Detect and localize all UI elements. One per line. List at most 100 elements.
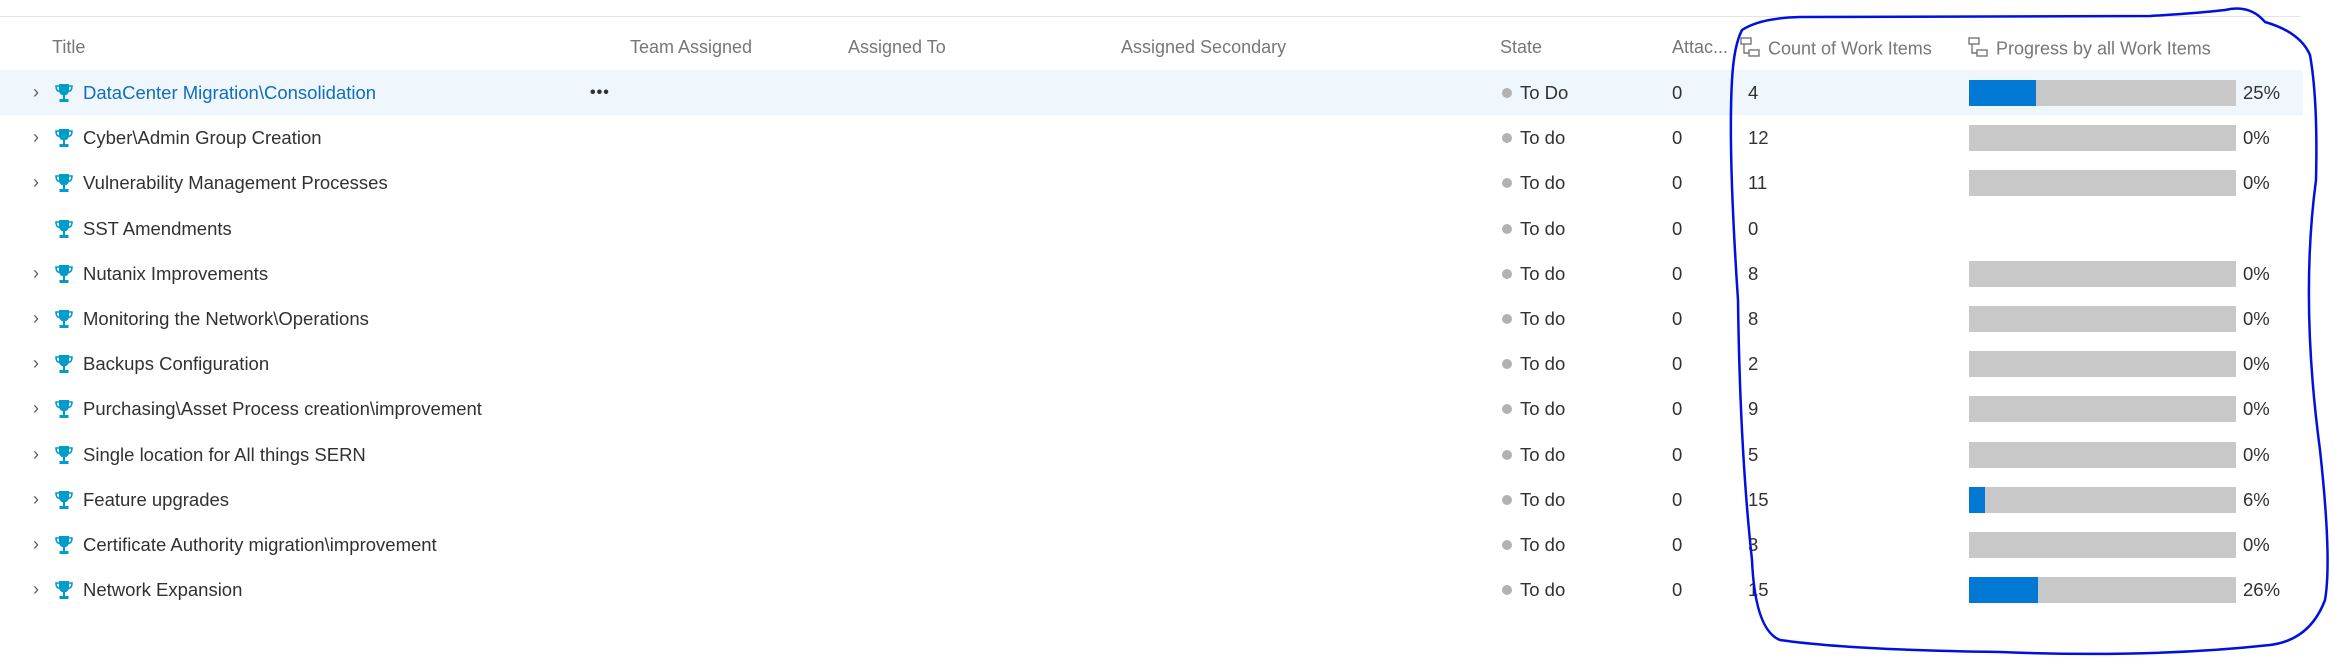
state-dot-icon	[1502, 223, 1512, 234]
state-dot-icon	[1502, 314, 1512, 324]
expand-chevron-icon[interactable]: ›	[33, 115, 39, 160]
attachments-count: 0	[1672, 534, 1683, 555]
trophy-icon	[55, 128, 73, 148]
trophy-icon	[55, 490, 73, 510]
expand-chevron-icon[interactable]: ›	[33, 432, 39, 477]
progress-percent: 0%	[2243, 262, 2270, 284]
state-value: To do	[1520, 217, 1566, 239]
attachments-count: 0	[1672, 82, 1683, 103]
column-header-attachments[interactable]: Attac...	[1672, 37, 1728, 63]
state-dot-icon	[1502, 449, 1512, 460]
work-item-title-link[interactable]: Network Expansion	[83, 567, 242, 612]
progress-percent: 0%	[2243, 534, 2270, 555]
column-header-team-assigned[interactable]: Team Assigned	[630, 37, 752, 63]
trophy-icon	[55, 354, 73, 374]
progress-bar	[1969, 441, 2236, 468]
progress-bar	[1969, 80, 2236, 106]
state-dot-icon	[1502, 268, 1512, 279]
trophy-icon	[55, 399, 73, 419]
work-item-title-link[interactable]: Certificate Authority migration\improvem…	[83, 522, 437, 567]
state-dot-icon	[1502, 133, 1512, 144]
state-value: To Do	[1520, 82, 1569, 103]
state-value: To do	[1520, 534, 1566, 555]
work-item-title-link[interactable]: SST Amendments	[83, 206, 232, 251]
table-row[interactable]: › Cyber\Admin Group Creation To do 0 12 0%	[0, 115, 2303, 160]
work-item-title-link[interactable]: Nutanix Improvements	[83, 251, 268, 296]
table-row[interactable]: › Backups Configuration To do 0 2 0%	[0, 341, 2303, 386]
table-row[interactable]: › Monitoring the Network\Operations To do 0…	[0, 296, 2303, 341]
attachments-count: 0	[1672, 217, 1683, 239]
column-header-assigned-to[interactable]: Assigned To	[848, 37, 946, 63]
expand-chevron-icon[interactable]: ›	[33, 296, 39, 341]
table-row[interactable]: › Feature upgrades To do 0 15 6%	[0, 477, 2303, 522]
progress-percent: 6%	[2243, 488, 2270, 510]
work-items-count: 3	[1748, 534, 1759, 555]
state-dot-icon	[1502, 585, 1512, 596]
work-item-title-link[interactable]: Vulnerability Management Processes	[83, 160, 388, 205]
trophy-icon	[55, 445, 73, 465]
expand-chevron-icon[interactable]: ›	[33, 341, 39, 386]
attachments-count: 0	[1672, 308, 1683, 329]
attachments-count: 0	[1672, 262, 1683, 284]
progress-bar	[1969, 396, 2236, 423]
work-items-count: 0	[1748, 217, 1759, 239]
trophy-icon	[55, 580, 73, 600]
work-items-count: 8	[1748, 262, 1759, 284]
progress-bar-fill	[1969, 577, 2039, 604]
table-row[interactable]: SST Amendments To do 0 0	[0, 206, 2303, 251]
state-value: To do	[1520, 488, 1566, 510]
progress-percent: 25%	[2243, 82, 2281, 103]
expand-chevron-icon[interactable]: ›	[33, 70, 39, 115]
expand-chevron-icon[interactable]: ›	[33, 522, 39, 567]
work-items-count: 15	[1748, 488, 1769, 510]
trophy-icon	[55, 219, 73, 239]
progress-percent: 0%	[2243, 398, 2270, 420]
table-row[interactable]: › Vulnerability Management Processes To do…	[0, 160, 2303, 205]
progress-bar	[1969, 351, 2236, 378]
work-items-count: 15	[1748, 579, 1769, 601]
progress-bar	[1969, 170, 2236, 197]
work-item-title-link[interactable]: Feature upgrades	[83, 477, 229, 522]
column-header-count[interactable]: Count of Work Items	[1740, 37, 1932, 63]
work-item-title-link[interactable]: Monitoring the Network\Operations	[83, 296, 369, 341]
progress-percent: 0%	[2243, 172, 2270, 194]
progress-bar	[1969, 577, 2236, 604]
table-row[interactable]: › Certificate Authority migration\improve…	[0, 522, 2303, 567]
state-dot-icon	[1502, 88, 1512, 98]
table-row[interactable]: › DataCenter Migration\Consolidation ••• To…	[0, 70, 2303, 115]
work-items-count: 8	[1748, 308, 1759, 329]
work-item-title-link[interactable]: Single location for All things SERN	[83, 432, 366, 477]
state-value: To do	[1520, 579, 1566, 601]
column-header-progress[interactable]: Progress by all Work Items	[1968, 37, 2211, 63]
state-value: To do	[1520, 262, 1566, 284]
state-value: To do	[1520, 172, 1566, 194]
more-actions-button[interactable]: •••	[590, 70, 610, 115]
table-row[interactable]: › Network Expansion To do 0 15 26%	[0, 567, 2303, 612]
attachments-count: 0	[1672, 127, 1683, 149]
column-header-assigned-secondary[interactable]: Assigned Secondary	[1121, 37, 1286, 63]
work-items-count: 5	[1748, 443, 1759, 465]
expand-chevron-icon[interactable]: ›	[33, 160, 39, 205]
column-header-state[interactable]: State	[1500, 37, 1542, 63]
work-item-title-link[interactable]: Purchasing\Asset Process creation\improv…	[83, 386, 482, 431]
trophy-icon	[55, 83, 73, 103]
state-value: To do	[1520, 353, 1566, 375]
column-header-title[interactable]: Title	[52, 37, 85, 63]
expand-chevron-icon[interactable]: ›	[33, 477, 39, 522]
work-items-count: 11	[1748, 172, 1768, 194]
work-items-count: 4	[1748, 82, 1759, 103]
progress-bar	[1969, 125, 2236, 152]
count-header-label: Count of Work Items	[1768, 38, 1932, 59]
expand-chevron-icon[interactable]: ›	[33, 386, 39, 431]
expand-chevron-icon[interactable]: ›	[33, 251, 39, 296]
work-item-title-link[interactable]: Cyber\Admin Group Creation	[83, 115, 322, 160]
progress-bar	[1969, 260, 2236, 287]
expand-chevron-icon[interactable]: ›	[33, 567, 39, 612]
attachments-count: 0	[1672, 172, 1683, 194]
work-item-title-link[interactable]: DataCenter Migration\Consolidation	[83, 70, 376, 115]
table-row[interactable]: › Single location for All things SERN To d…	[0, 432, 2303, 477]
work-items-count: 9	[1748, 398, 1759, 420]
table-row[interactable]: › Purchasing\Asset Process creation\impro…	[0, 386, 2303, 431]
table-row[interactable]: › Nutanix Improvements To do 0 8 0%	[0, 251, 2303, 296]
work-item-title-link[interactable]: Backups Configuration	[83, 341, 269, 386]
